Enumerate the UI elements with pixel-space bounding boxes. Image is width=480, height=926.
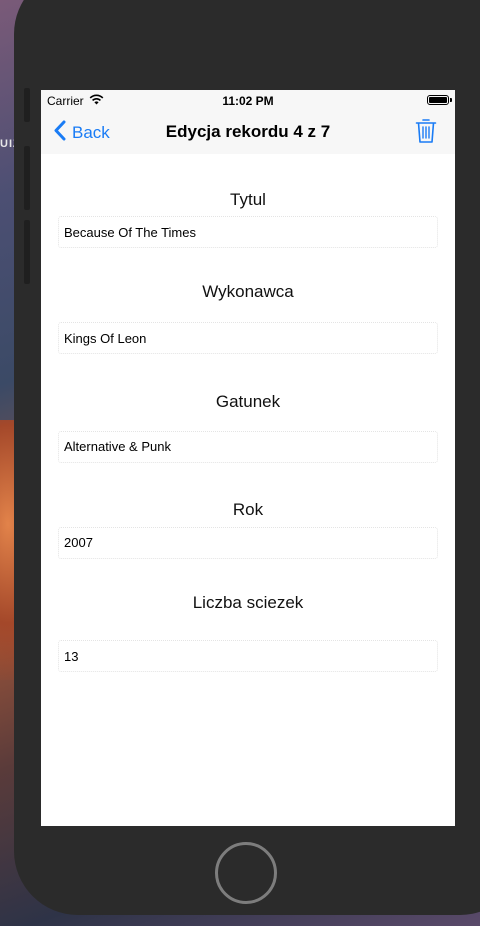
side-button-mute [24, 88, 30, 122]
status-bar: Carrier 11:02 PM [41, 90, 455, 110]
artist-field[interactable] [58, 323, 438, 353]
tracks-field[interactable] [58, 641, 438, 671]
title-field-label: Tytul [230, 190, 266, 209]
year-field[interactable] [58, 527, 438, 557]
artist-field-label: Wykonawca [202, 282, 294, 301]
battery-icon [427, 95, 452, 105]
battery-nub [450, 98, 452, 102]
year-field-label: Rok [232, 500, 264, 519]
desktop-background: UIZ Carrier 11:02 PM Back Edycja rekordu… [0, 0, 480, 926]
side-button-volume-up [24, 146, 30, 210]
genre-field-label: Gatunek [215, 392, 281, 411]
status-time: 11:02 PM [222, 94, 274, 108]
app-screen: Carrier 11:02 PM Back Edycja rekordu 4 z… [41, 90, 455, 826]
navigation-bar: Back Edycja rekordu 4 z 7 [41, 110, 455, 154]
title-field[interactable] [58, 217, 438, 247]
delete-button[interactable] [415, 118, 439, 146]
side-button-volume-down [24, 220, 30, 284]
genre-field[interactable] [58, 431, 438, 461]
home-button[interactable] [215, 842, 277, 904]
page-title: Edycja rekordu 4 z 7 [165, 122, 331, 141]
battery-fill [429, 97, 447, 103]
trash-icon [415, 119, 437, 148]
tracks-field-label: Liczba sciezek [192, 593, 304, 612]
